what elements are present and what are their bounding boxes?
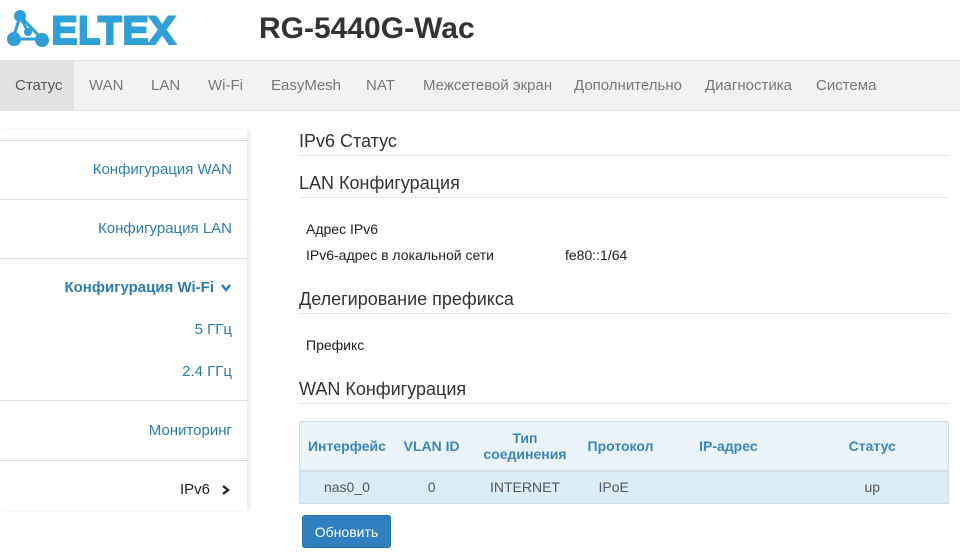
divider [0, 400, 248, 401]
sidebar-item-24ghz[interactable]: 2.4 ГГц [182, 363, 232, 380]
sidebar-item-label: Конфигурация Wi-Fi [64, 279, 214, 296]
sidebar-item-label: IPv6 [179, 481, 210, 498]
column-header-protocol: Протокол [580, 421, 661, 472]
table-row: nas0_0 0 INTERNET IPoE up [298, 470, 949, 504]
column-header-ip-address: IP-адрес [660, 421, 797, 472]
divider [0, 258, 248, 259]
device-model-title: RG-5440G-Wac [259, 12, 475, 45]
sidebar-item-monitoring[interactable]: Мониторинг [149, 422, 232, 439]
sidebar: Конфигурация WAN Конфигурация LAN Конфиг… [0, 130, 248, 510]
sidebar-item-wan-config[interactable]: Конфигурация WAN [93, 161, 232, 178]
column-header-status: Статус [796, 421, 949, 472]
eltex-logo: ELTEX [7, 8, 176, 50]
table-header-row: Интерфейс VLAN ID Тип соединения Протоко… [298, 421, 949, 472]
svg-text:ELTEX: ELTEX [52, 10, 176, 50]
tab-easymesh[interactable]: EasyMesh [271, 61, 341, 111]
cell-ip-address [660, 470, 797, 504]
top-nav: Статус WAN LAN Wi-Fi EasyMesh NAT Межсет… [0, 60, 960, 111]
chevron-right-icon [222, 484, 230, 495]
tab-wan[interactable]: WAN [89, 61, 123, 111]
header: ELTEX RG-5440G-Wac [0, 0, 960, 60]
sidebar-item-ipv6[interactable]: IPv6 [180, 481, 232, 498]
cell-interface: nas0_0 [298, 470, 394, 504]
sidebar-item-label: Мониторинг [148, 422, 232, 439]
cell-protocol: IPoE [580, 470, 661, 504]
tab-firewall[interactable]: Межсетевой экран [423, 61, 552, 111]
divider [0, 460, 248, 461]
sidebar-item-lan-config[interactable]: Конфигурация LAN [98, 220, 232, 237]
sidebar-item-label: Конфигурация LAN [97, 220, 232, 237]
tab-nat[interactable]: NAT [366, 61, 395, 111]
tab-wifi[interactable]: Wi-Fi [208, 61, 243, 111]
prefix-label: Префикс [306, 337, 365, 353]
sidebar-item-label: Конфигурация WAN [92, 161, 232, 178]
wan-config-table: Интерфейс VLAN ID Тип соединения Протоко… [298, 421, 949, 504]
tab-diagnostics[interactable]: Диагностика [705, 61, 792, 111]
divider [0, 199, 248, 200]
column-header-interface: Интерфейс [298, 421, 394, 472]
sidebar-item-5ghz[interactable]: 5 ГГц [195, 321, 232, 338]
tab-status[interactable]: Статус [0, 61, 74, 111]
column-header-vlan-id: VLAN ID [393, 421, 470, 472]
tab-system[interactable]: Система [816, 61, 876, 111]
column-header-connection-type: Тип соединения [469, 421, 581, 472]
tab-advanced[interactable]: Дополнительно [574, 61, 682, 111]
prefix-delegation-title: Делегирование префикса [299, 289, 949, 314]
lan-config-title: LAN Конфигурация [299, 173, 949, 198]
local-ipv6-address-value: fe80::1/64 [565, 247, 628, 263]
cell-status: up [796, 470, 949, 504]
refresh-button[interactable]: Обновить [302, 515, 391, 548]
page-title: IPv6 Статус [299, 131, 949, 156]
tab-lan[interactable]: LAN [151, 61, 180, 111]
cell-connection-type: INTERNET [469, 470, 581, 504]
cell-vlan-id: 0 [393, 470, 470, 504]
sidebar-item-wifi-config[interactable]: Конфигурация Wi-Fi [64, 279, 232, 296]
chevron-down-icon [221, 283, 231, 292]
wan-config-title: WAN Конфигурация [299, 379, 949, 404]
ipv6-address-label: Адрес IPv6 [306, 221, 378, 237]
local-ipv6-address-label: IPv6-адрес в локальной сети [306, 247, 494, 263]
divider [0, 140, 248, 141]
sidebar-item-label: 2.4 ГГц [182, 363, 232, 380]
sidebar-item-label: 5 ГГц [194, 321, 232, 338]
